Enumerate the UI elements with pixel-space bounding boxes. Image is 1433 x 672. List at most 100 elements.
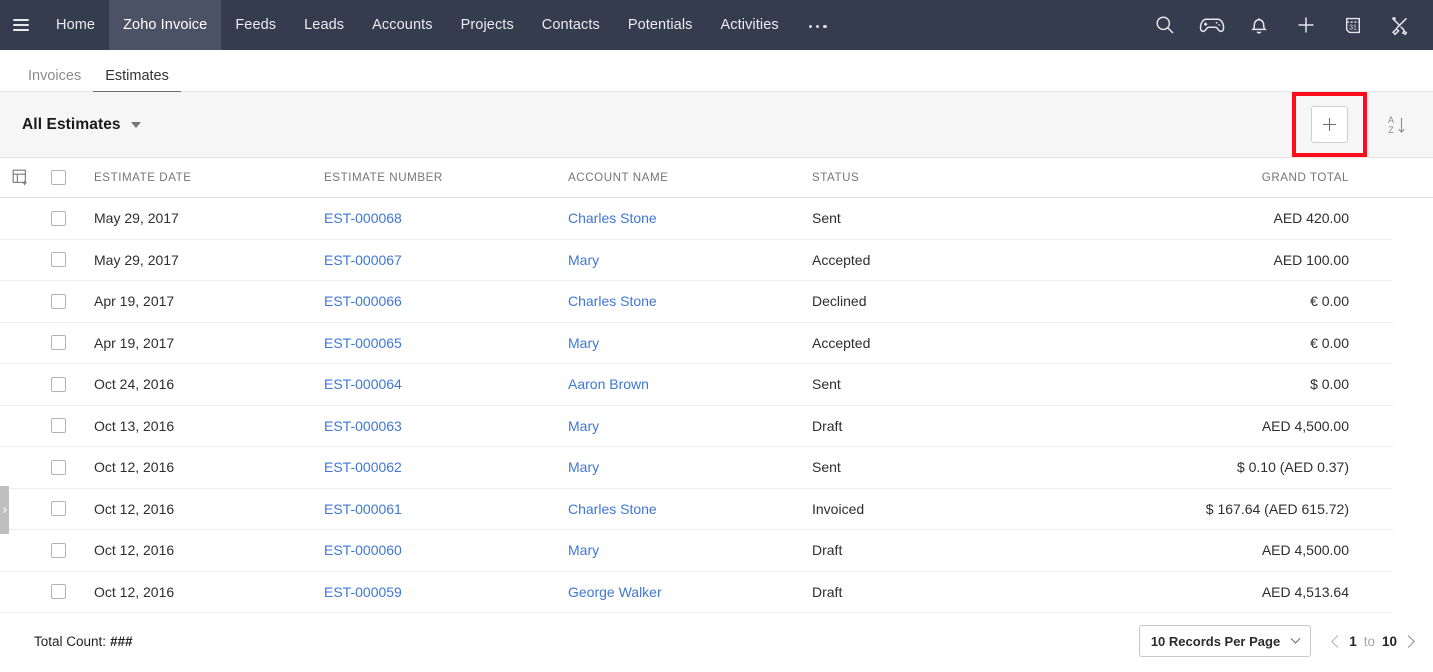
column-header-estimate-number[interactable]: ESTIMATE NUMBER (324, 171, 568, 184)
cell-estimate-number[interactable]: EST-000067 (324, 252, 568, 268)
nav-item-feeds[interactable]: Feeds (221, 0, 290, 50)
view-selector-label: All Estimates (22, 116, 121, 134)
column-header-estimate-date[interactable]: ESTIMATE DATE (80, 171, 324, 184)
bell-icon[interactable] (1235, 0, 1282, 50)
nav-item-leads[interactable]: Leads (290, 0, 358, 50)
svg-text:Z: Z (1388, 125, 1394, 135)
cell-status: Draft (812, 418, 1112, 434)
cell-status: Accepted (812, 252, 1112, 268)
nav-item-activities-label: Activities (721, 17, 779, 33)
nav-item-contacts-label: Contacts (542, 17, 600, 33)
row-checkbox[interactable] (51, 418, 66, 433)
row-checkbox[interactable] (51, 335, 66, 350)
search-icon[interactable] (1141, 0, 1188, 50)
nav-item-accounts[interactable]: Accounts (358, 0, 446, 50)
row-checkbox-cell (36, 252, 80, 267)
chevron-down-icon (1291, 633, 1301, 643)
column-header-account-name[interactable]: ACCOUNT NAME (568, 171, 812, 184)
chevron-down-icon (131, 122, 141, 128)
table-row[interactable]: Oct 12, 2016 EST-000060 Mary Draft AED 4… (0, 530, 1393, 572)
row-checkbox[interactable] (51, 460, 66, 475)
sort-az-icon: A Z (1385, 112, 1409, 138)
table-row[interactable]: Oct 12, 2016 EST-000061 Charles Stone In… (0, 489, 1393, 531)
cell-estimate-number[interactable]: EST-000060 (324, 542, 568, 558)
cell-estimate-number[interactable]: EST-000062 (324, 459, 568, 475)
cell-account-name[interactable]: Aaron Brown (568, 376, 812, 392)
tab-invoices[interactable]: Invoices (16, 69, 93, 92)
nav-item-zoho-invoice-label: Zoho Invoice (123, 17, 207, 33)
row-checkbox[interactable] (51, 377, 66, 392)
table-row[interactable]: Oct 12, 2016 EST-000059 George Walker Dr… (0, 572, 1393, 614)
cell-estimate-number[interactable]: EST-000063 (324, 418, 568, 434)
ellipsis-icon (809, 22, 827, 29)
cell-status: Invoiced (812, 501, 1112, 517)
cell-estimate-number[interactable]: EST-000068 (324, 210, 568, 226)
gamepad-icon[interactable] (1188, 0, 1235, 50)
records-per-page-dropdown[interactable]: 10 Records Per Page (1139, 625, 1311, 657)
column-header-grand-total[interactable]: GRAND TOTAL (1112, 171, 1389, 184)
cell-account-name[interactable]: Charles Stone (568, 501, 812, 517)
cell-account-name[interactable]: Charles Stone (568, 210, 812, 226)
column-header-status[interactable]: STATUS (812, 171, 1112, 184)
calendar-icon[interactable]: 31 (1329, 0, 1376, 50)
cell-status: Draft (812, 584, 1112, 600)
add-column-icon (12, 169, 29, 186)
table-row[interactable]: May 29, 2017 EST-000068 Charles Stone Se… (0, 198, 1393, 240)
cell-grand-total: € 0.00 (1112, 293, 1389, 309)
cell-estimate-number[interactable]: EST-000064 (324, 376, 568, 392)
table-body: May 29, 2017 EST-000068 Charles Stone Se… (0, 198, 1433, 613)
row-checkbox[interactable] (51, 294, 66, 309)
row-checkbox[interactable] (51, 584, 66, 599)
cell-estimate-number[interactable]: EST-000066 (324, 293, 568, 309)
table-header-row: ESTIMATE DATE ESTIMATE NUMBER ACCOUNT NA… (0, 158, 1433, 198)
nav-item-home[interactable]: Home (42, 0, 109, 50)
column-chooser-button[interactable] (0, 169, 36, 186)
cell-account-name[interactable]: Mary (568, 542, 812, 558)
hamburger-menu-icon[interactable] (0, 0, 42, 50)
nav-item-contacts[interactable]: Contacts (528, 0, 614, 50)
next-page-button[interactable] (1402, 635, 1415, 648)
table-row[interactable]: Apr 19, 2017 EST-000065 Mary Accepted € … (0, 323, 1393, 365)
cell-status: Declined (812, 293, 1112, 309)
nav-more-menu-icon[interactable] (793, 0, 845, 50)
sort-az-button[interactable]: A Z (1375, 105, 1419, 145)
nav-item-activities[interactable]: Activities (707, 0, 793, 50)
nav-item-potentials[interactable]: Potentials (614, 0, 707, 50)
cell-account-name[interactable]: Mary (568, 335, 812, 351)
plus-icon[interactable] (1282, 0, 1329, 50)
table-row[interactable]: Oct 12, 2016 EST-000062 Mary Sent $ 0.10… (0, 447, 1393, 489)
tab-estimates[interactable]: Estimates (93, 69, 181, 92)
table-row[interactable]: May 29, 2017 EST-000067 Mary Accepted AE… (0, 240, 1393, 282)
row-checkbox[interactable] (51, 252, 66, 267)
row-checkbox[interactable] (51, 211, 66, 226)
cell-account-name[interactable]: Mary (568, 252, 812, 268)
cell-estimate-number[interactable]: EST-000065 (324, 335, 568, 351)
row-checkbox-cell (36, 211, 80, 226)
row-checkbox[interactable] (51, 501, 66, 516)
sidebar-expand-handle[interactable] (0, 486, 9, 534)
nav-item-accounts-label: Accounts (372, 17, 432, 33)
calendar-day-text: 31 (1349, 24, 1357, 31)
table-row[interactable]: Oct 13, 2016 EST-000063 Mary Draft AED 4… (0, 406, 1393, 448)
nav-item-zoho-invoice[interactable]: Zoho Invoice (109, 0, 221, 50)
table-row[interactable]: Oct 24, 2016 EST-000064 Aaron Brown Sent… (0, 364, 1393, 406)
tools-icon[interactable] (1376, 0, 1423, 50)
cell-estimate-number[interactable]: EST-000059 (324, 584, 568, 600)
cell-account-name[interactable]: Charles Stone (568, 293, 812, 309)
total-count-value: ### (110, 634, 133, 649)
pagination-controls: 10 Records Per Page 1 to 10 (1139, 625, 1419, 657)
cell-account-name[interactable]: Mary (568, 418, 812, 434)
view-selector-dropdown[interactable]: All Estimates (22, 116, 141, 134)
cell-status: Draft (812, 542, 1112, 558)
add-estimate-button[interactable] (1311, 106, 1348, 143)
nav-items: Home Zoho Invoice Feeds Leads Accounts P… (42, 0, 793, 50)
cell-account-name[interactable]: Mary (568, 459, 812, 475)
cell-estimate-date: May 29, 2017 (80, 252, 324, 268)
cell-estimate-number[interactable]: EST-000061 (324, 501, 568, 517)
nav-item-projects[interactable]: Projects (447, 0, 528, 50)
cell-account-name[interactable]: George Walker (568, 584, 812, 600)
table-row[interactable]: Apr 19, 2017 EST-000066 Charles Stone De… (0, 281, 1393, 323)
row-checkbox[interactable] (51, 543, 66, 558)
previous-page-button[interactable] (1331, 635, 1344, 648)
select-all-checkbox[interactable] (51, 170, 66, 185)
